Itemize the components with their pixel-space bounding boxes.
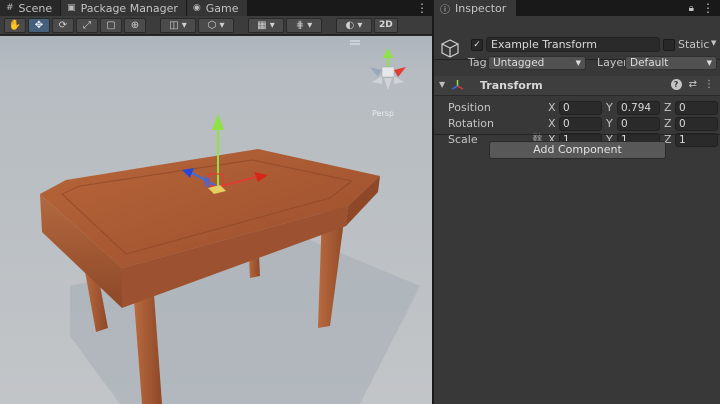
hand-icon: ✋ [8,19,22,31]
move-icon: ✥ [34,19,44,31]
layer-value: Default [630,57,669,69]
snap-increment-dropdown[interactable]: ⋕ ▾ [286,17,322,33]
lock-icon[interactable]: 🔒︎ [689,3,694,14]
chevron-down-icon: ▼ [575,59,581,67]
add-component-button[interactable]: Add Component [489,141,666,159]
foldout-icon[interactable]: ▼ [439,80,445,89]
pivot-dropdown[interactable]: ◫ ▾ [160,17,196,33]
axis-y-label[interactable]: Y [606,101,613,114]
tab-inspector-label: Inspector [455,1,507,15]
rotation-x-field[interactable]: 0 [559,117,602,131]
rotate-icon: ⟳ [58,19,68,31]
rotation-row: Rotation X 0 Y 0 Z 0 [434,116,720,132]
component-menu-icon[interactable]: ⋮ [704,79,714,90]
tab-scene-label: Scene [18,1,53,15]
transform-title: Transform [480,79,543,92]
grid-icon: ▦ ▾ [257,19,275,31]
help-icon[interactable]: ? [670,79,682,90]
hand-tool-button[interactable]: ✋ [4,17,26,33]
axis-x-label[interactable]: X [548,117,556,130]
tag-dropdown[interactable]: Untagged ▼ [488,56,586,70]
transform-icon [451,80,464,90]
tab-game-label: Game [205,1,239,15]
gameobject-cube-icon [441,39,459,58]
position-x-field[interactable]: 0 [559,101,602,115]
static-label: Static [678,38,710,51]
gizmo-menu-icon[interactable] [350,40,360,45]
gizmo-y-arrow[interactable] [212,114,224,130]
tab-package-manager-label: Package Manager [80,1,178,15]
axis-z-label[interactable]: Z [664,101,672,114]
axis-z-label[interactable]: Z [664,117,672,130]
scale-tool-button[interactable]: ⤢ [76,17,98,33]
axis-y-label[interactable]: Y [606,117,613,130]
tab-game[interactable]: ◉ Game [186,0,248,16]
layer-dropdown[interactable]: Default ▼ [625,56,717,70]
rotate-tool-button[interactable]: ⟳ [52,17,74,33]
position-label[interactable]: Position [448,101,491,114]
inspector-menu-icon[interactable]: ⋮ [702,1,714,15]
axis-x-label[interactable]: X [548,101,556,114]
position-y-field[interactable]: 0.794 [617,101,660,115]
scene-tabbar: # Scene ▣ Package Manager ◉ Game ⋮ [0,0,432,16]
tab-inspector[interactable]: ⓘ Inspector [434,0,517,16]
info-icon: ⓘ [440,4,450,16]
static-dropdown-icon[interactable]: ▼ [711,39,716,47]
scale-icon: ⤢ [83,19,91,31]
rect-icon: ▢ [106,19,116,31]
position-z-field[interactable]: 0 [675,101,718,115]
projection-label[interactable]: Persp [372,109,394,118]
static-checkbox[interactable] [663,39,675,51]
rect-tool-button[interactable]: ▢ [100,17,122,33]
position-row: Position X 0 Y 0.794 Z 0 [434,100,720,116]
sphere-icon: ◐ ▾ [345,19,363,31]
scene-menu-icon[interactable]: ⋮ [412,0,432,16]
scene-viewport[interactable]: Persp [0,36,432,404]
tab-package-manager[interactable]: ▣ Package Manager [61,0,187,16]
pivot-icon: ◫ ▾ [169,19,187,31]
transform-tool-button[interactable]: ⊕ [124,17,146,33]
inspector-panel: ⓘ Inspector 🔒︎ ⋮ ✓ Example Transform Sta… [433,0,720,404]
rotation-z-field[interactable]: 0 [675,117,718,131]
shading-mode-dropdown[interactable]: ◐ ▾ [336,17,372,33]
transform-component-header[interactable]: ▼ Transform ? ⇄ ⋮ [434,76,720,96]
object-name-input[interactable]: Example Transform [486,37,660,52]
snap-icon: ⋕ ▾ [295,19,313,31]
rotation-label[interactable]: Rotation [448,117,494,130]
scene-toolbar: ✋ ✥ ⟳ ⤢ ▢ ⊕ ◫ ▾ ⬡ ▾ ▦ ▾ ⋕ ▾ ◐ ▾ 2D [0,16,432,35]
transform-icon: ⊕ [130,19,140,31]
active-checkbox[interactable]: ✓ [471,39,483,51]
tag-value: Untagged [493,57,545,69]
component-divider [434,134,720,135]
inspector-tabbar: ⓘ Inspector 🔒︎ ⋮ [434,0,720,16]
tab-scene[interactable]: # Scene [0,0,62,16]
scale-z-field[interactable]: 1 [675,133,718,147]
orientation-gizmo[interactable] [370,48,406,90]
mode-2d-button[interactable]: 2D [374,17,398,33]
move-tool-button[interactable]: ✥ [28,17,50,33]
global-dropdown[interactable]: ⬡ ▾ [198,17,234,33]
gamepad-icon: ◉ [192,3,201,13]
layer-label: Layer [597,56,628,69]
tag-label: Tag [468,56,487,69]
object-header: ✓ Example Transform Static ▼ [434,16,720,60]
grid-snap-dropdown[interactable]: ▦ ▾ [248,17,284,33]
gizmo-yz-plane[interactable] [204,176,210,188]
presets-icon[interactable]: ⇄ [689,79,697,90]
package-icon: ▣ [67,3,76,13]
cube-icon: ⬡ ▾ [207,19,225,31]
scene-render: Persp [40,40,420,404]
rotation-y-field[interactable]: 0 [617,117,660,131]
scene-panel: # Scene ▣ Package Manager ◉ Game ⋮ ✋ ✥ ⟳… [0,0,432,404]
chevron-down-icon: ▼ [706,59,712,67]
hash-icon: # [6,3,14,13]
unity-editor: # Scene ▣ Package Manager ◉ Game ⋮ ✋ ✥ ⟳… [0,0,720,404]
